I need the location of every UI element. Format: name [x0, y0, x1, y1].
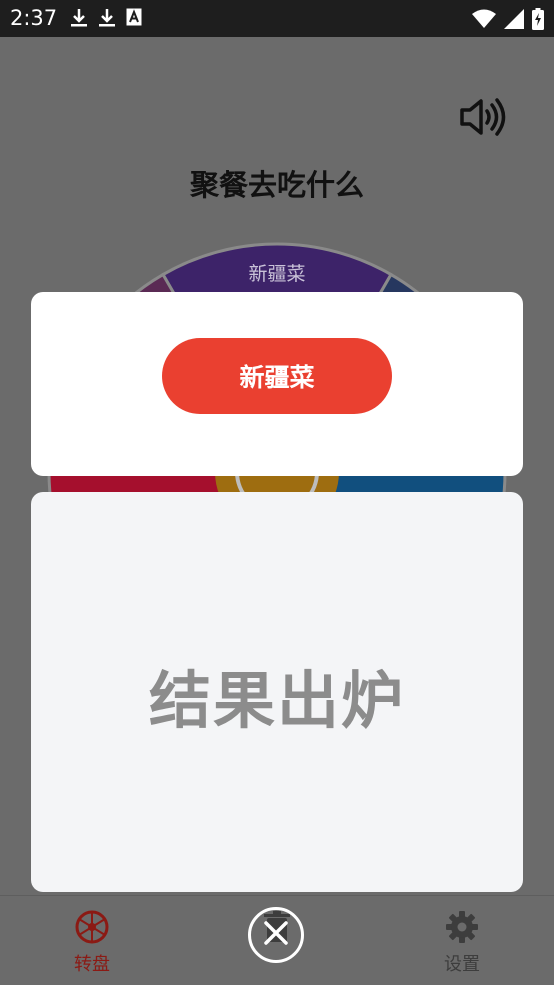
nav-item-wheel[interactable]: 转盘	[52, 910, 132, 976]
status-time: 2:37	[10, 6, 58, 30]
nav-item-settings[interactable]: 设置	[422, 910, 502, 976]
speaker-icon	[458, 98, 508, 141]
status-system-icons	[472, 8, 544, 34]
text-a-icon	[126, 8, 142, 32]
announcement-card: 结果出炉	[31, 492, 523, 892]
signal-icon	[504, 9, 524, 33]
result-dialog: 新疆菜	[31, 292, 523, 476]
sound-toggle-button[interactable]	[458, 97, 508, 137]
main-screen: 聚餐去吃什么 新疆菜 新疆菜 结果出炉	[0, 37, 554, 895]
nav-label-settings: 设置	[444, 954, 480, 975]
download-icon	[70, 8, 88, 32]
gear-icon	[445, 911, 479, 948]
battery-charging-icon	[532, 8, 544, 34]
result-button[interactable]: 新疆菜	[162, 338, 392, 414]
wheel-icon	[73, 910, 111, 948]
status-notification-icons	[70, 8, 142, 32]
page-title: 聚餐去吃什么	[189, 168, 364, 202]
wheel-segment-label: 新疆菜	[248, 263, 306, 285]
close-icon	[261, 918, 291, 952]
announcement-text: 结果出炉	[148, 664, 405, 737]
wifi-icon	[472, 9, 496, 33]
nav-label-wheel: 转盘	[74, 954, 110, 975]
close-dialog-button[interactable]	[248, 907, 304, 963]
status-bar: 2:37	[0, 0, 554, 37]
download-icon	[98, 8, 116, 32]
